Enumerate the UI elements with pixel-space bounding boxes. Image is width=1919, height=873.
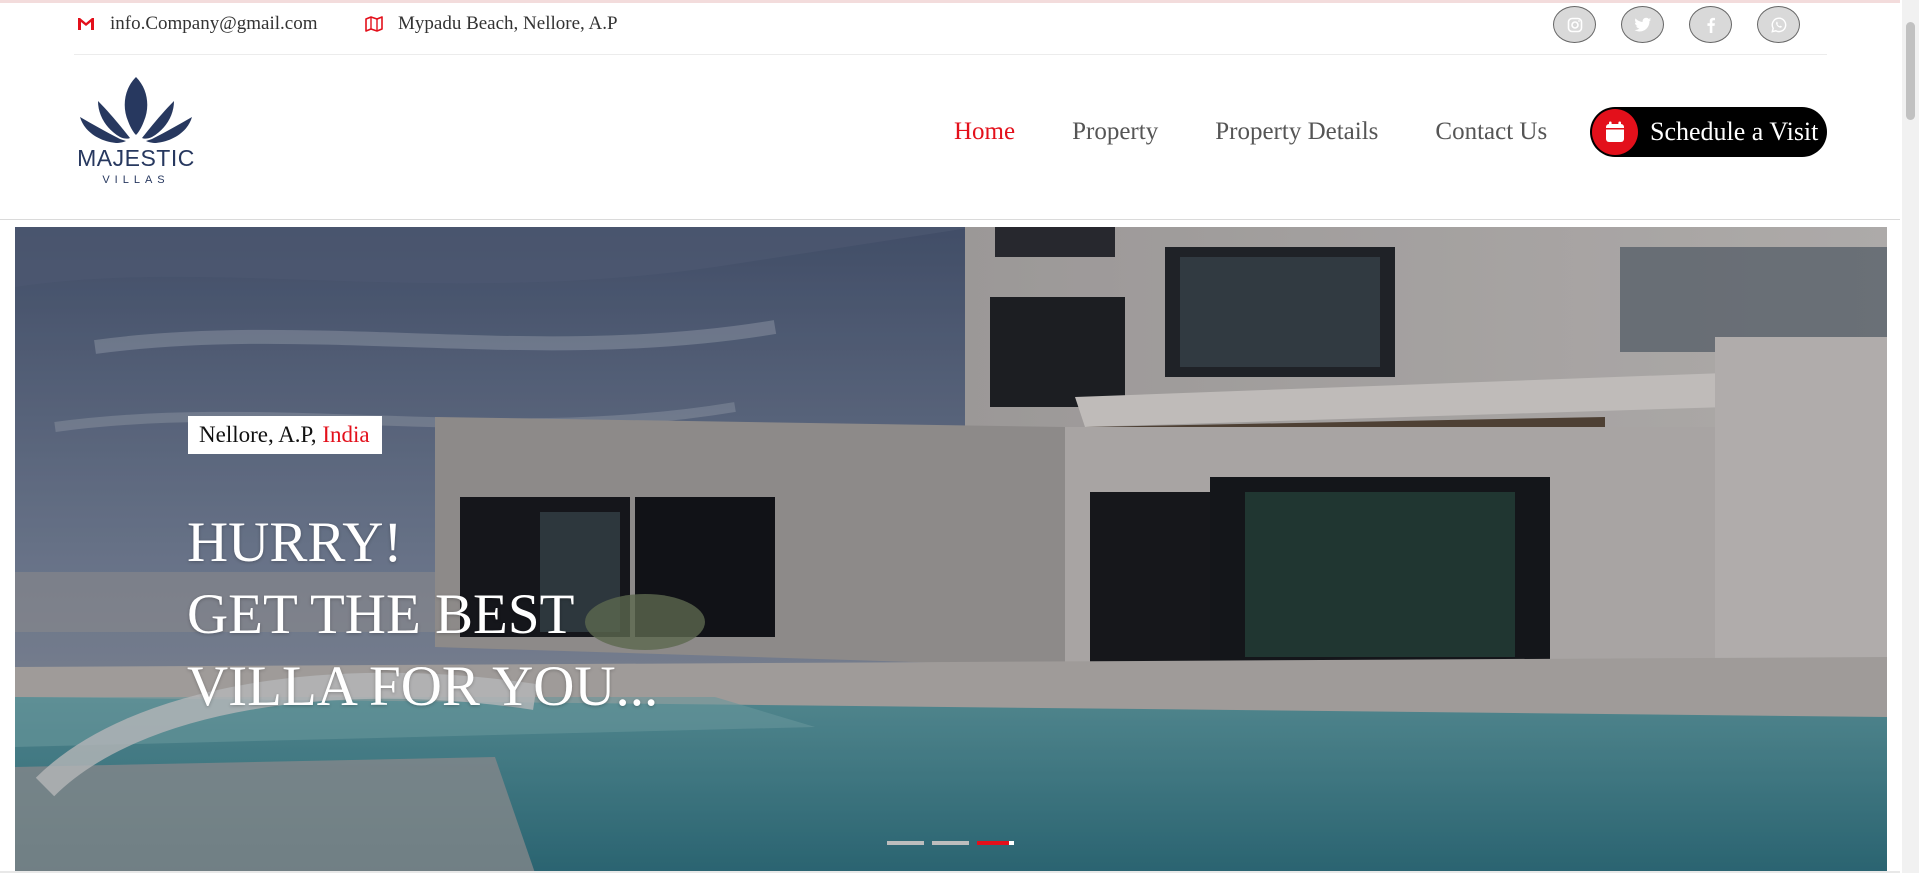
calendar-icon	[1592, 109, 1638, 155]
schedule-visit-label: Schedule a Visit	[1650, 117, 1819, 146]
email-text: info.Company@gmail.com	[110, 13, 318, 34]
facebook-button[interactable]	[1689, 6, 1732, 43]
gmail-icon	[76, 14, 96, 34]
page: info.Company@gmail.com Mypadu Beach, Nel…	[0, 0, 1919, 873]
nav-property[interactable]: Property	[1072, 118, 1158, 146]
nav-property-details[interactable]: Property Details	[1215, 118, 1378, 146]
instagram-button[interactable]	[1553, 6, 1596, 43]
location-prefix: Nellore, A.P,	[199, 422, 317, 447]
slide-indicator-2[interactable]	[932, 841, 969, 845]
brand-subtitle: VILLAS	[102, 174, 170, 186]
address-text: Mypadu Beach, Nellore, A.P	[398, 13, 618, 34]
slide-indicator-3[interactable]	[977, 841, 1014, 845]
top-info-bar: info.Company@gmail.com Mypadu Beach, Nel…	[74, 3, 1827, 55]
twitter-icon	[1633, 17, 1651, 31]
social-links	[1553, 6, 1800, 43]
brand-name: MAJESTIC	[77, 145, 195, 171]
scrollbar-thumb[interactable]	[1906, 22, 1915, 120]
headline-line-1: HURRY!	[187, 511, 403, 574]
whatsapp-icon	[1770, 16, 1786, 33]
headline-line-3: VILLA FOR YOU...	[187, 655, 659, 718]
headline-line-2: GET THE BEST	[187, 583, 575, 646]
map-icon	[364, 14, 384, 34]
twitter-button[interactable]	[1621, 6, 1664, 43]
facebook-icon	[1706, 17, 1715, 33]
hero-headline: HURRY! GET THE BEST VILLA FOR YOU...	[187, 507, 658, 723]
lotus-icon	[80, 77, 192, 143]
nav-contact-us[interactable]: Contact Us	[1435, 118, 1547, 146]
hero-slider: Nellore, A.P, India HURRY! GET THE BEST …	[15, 227, 1887, 873]
instagram-icon	[1567, 17, 1582, 32]
nav-home[interactable]: Home	[954, 118, 1015, 146]
contact-address[interactable]: Mypadu Beach, Nellore, A.P	[364, 13, 618, 35]
main-navbar: MAJESTIC VILLAS Home Property Property D…	[0, 55, 1900, 220]
contact-email[interactable]: info.Company@gmail.com	[76, 13, 317, 35]
schedule-visit-button[interactable]: Schedule a Visit	[1590, 107, 1827, 157]
location-tag: Nellore, A.P, India	[188, 416, 382, 454]
slide-indicator-1[interactable]	[887, 841, 924, 845]
primary-nav: Home Property Property Details Contact U…	[954, 118, 1604, 146]
location-country: India	[322, 422, 370, 447]
whatsapp-button[interactable]	[1757, 6, 1800, 43]
slider-indicators	[887, 841, 1014, 845]
page-scrollbar[interactable]	[1902, 0, 1919, 873]
brand-logo[interactable]: MAJESTIC VILLAS	[76, 75, 196, 190]
